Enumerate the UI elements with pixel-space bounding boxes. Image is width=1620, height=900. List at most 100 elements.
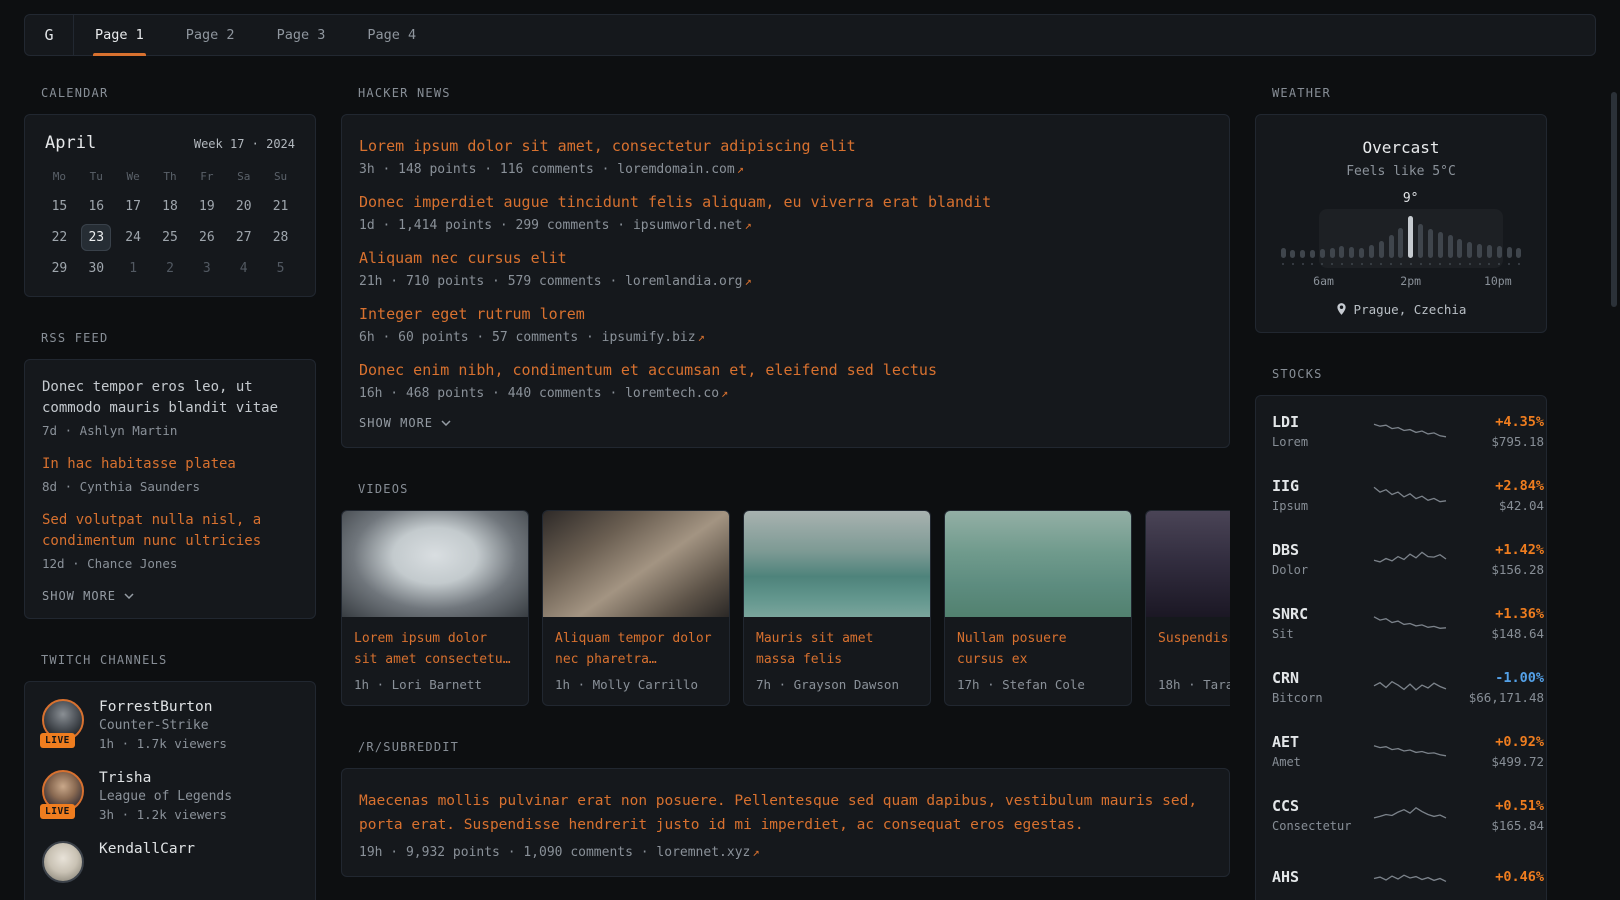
tab-page-2[interactable]: Page 2 xyxy=(165,15,256,55)
stock-id: CRN Bitcorn xyxy=(1272,669,1372,705)
tab-page-1[interactable]: Page 1 xyxy=(74,15,165,55)
twitch-channel: KendallCarr xyxy=(42,841,298,883)
tab-page-4[interactable]: Page 4 xyxy=(346,15,437,55)
hn-item-title[interactable]: Donec enim nibh, condimentum et accumsan… xyxy=(359,360,1212,381)
calendar-day-of-week: Tu xyxy=(78,163,115,191)
section-title-rss: RSS FEED xyxy=(41,331,316,345)
rss-show-more-button[interactable]: SHOW MORE xyxy=(42,589,134,603)
weather-hour-bar xyxy=(1506,247,1512,265)
video-body: Mauris sit amet massa felis 7h · Grayson… xyxy=(744,617,930,705)
calendar-day-of-week: Mo xyxy=(41,163,78,191)
stock-price: $165.84 xyxy=(1448,818,1544,833)
section-title-stocks: STOCKS xyxy=(1272,367,1547,381)
rss-item-title[interactable]: In hac habitasse platea xyxy=(42,454,298,475)
hn-item-title[interactable]: Integer eget rutrum lorem xyxy=(359,304,1212,325)
stock-change: +1.36% xyxy=(1448,606,1544,622)
video-title[interactable]: Nullam posuere cursus ex xyxy=(957,628,1119,670)
stock-change: -1.00% xyxy=(1448,670,1544,686)
hn-item-title[interactable]: Donec imperdiet augue tincidunt felis al… xyxy=(359,192,1212,213)
subreddit-post-domain[interactable]: loremnet.xyz xyxy=(656,845,750,860)
stock-ticker: AHS xyxy=(1272,868,1372,886)
twitch-channel-name[interactable]: ForrestBurton xyxy=(99,699,227,715)
rss-item: Donec tempor eros leo, ut commodo mauris… xyxy=(42,377,298,438)
stocks-section: STOCKS LDI Lorem +4.35% $795.18 IIG xyxy=(1255,367,1547,900)
calendar-day-of-week: Fr xyxy=(188,163,225,191)
stock-change: +0.46% xyxy=(1448,869,1544,885)
weather-hour-bar xyxy=(1290,250,1296,265)
show-more-label: SHOW MORE xyxy=(42,589,116,603)
video-title[interactable]: Mauris sit amet massa felis xyxy=(756,628,918,670)
scrollbar-thumb[interactable] xyxy=(1611,92,1617,307)
stock-id: IIG Ipsum xyxy=(1272,477,1372,513)
subreddit-section: /R/SUBREDDIT Maecenas mollis pulvinar er… xyxy=(341,740,1230,877)
twitch-channel-name[interactable]: Trisha xyxy=(99,770,232,786)
stock-name: Sit xyxy=(1272,627,1372,641)
video-title[interactable]: Lorem ipsum dolor sit amet consectetu… xyxy=(354,628,516,670)
hn-item: Lorem ipsum dolor sit amet, consectetur … xyxy=(359,136,1212,177)
rss-item-title[interactable]: Donec tempor eros leo, ut commodo mauris… xyxy=(42,377,298,419)
rss-item: In hac habitasse platea 8d · Cynthia Sau… xyxy=(42,454,298,494)
calendar-day: 18 xyxy=(152,191,189,222)
stock-name: Consectetur xyxy=(1272,819,1372,833)
video-thumbnail[interactable] xyxy=(1146,511,1230,617)
hn-item-domain[interactable]: loremdomain.com xyxy=(617,162,734,177)
hn-item-domain[interactable]: ipsumify.biz xyxy=(602,330,696,345)
section-title-videos: VIDEOS xyxy=(358,482,1230,496)
video-thumbnail[interactable] xyxy=(945,511,1131,617)
video-title[interactable]: Aliquam tempor dolor nec pharetra… xyxy=(555,628,717,670)
video-thumbnail[interactable] xyxy=(744,511,930,617)
hn-meta-text: 1d · 1,414 points · 299 comments · xyxy=(359,218,633,233)
stock-ticker: CCS xyxy=(1272,797,1372,815)
twitch-channel-meta: 1h · 1.7k viewers xyxy=(99,736,227,751)
twitch-avatar[interactable]: LIVE xyxy=(42,699,84,741)
calendar-day-of-week: Sa xyxy=(225,163,262,191)
twitch-avatar[interactable] xyxy=(42,841,84,883)
section-title-twitch: TWITCH CHANNELS xyxy=(41,653,316,667)
stock-change: +4.35% xyxy=(1448,414,1544,430)
stocks-widget: LDI Lorem +4.35% $795.18 IIG Ipsum xyxy=(1255,395,1547,900)
twitch-avatar[interactable]: LIVE xyxy=(42,770,84,812)
section-title-hackernews: HACKER NEWS xyxy=(358,86,1230,100)
video-card: Nullam posuere cursus ex 17h · Stefan Co… xyxy=(944,510,1132,706)
stock-row: LDI Lorem +4.35% $795.18 xyxy=(1256,399,1546,463)
calendar-day: 27 xyxy=(225,222,262,253)
video-thumbnail[interactable] xyxy=(543,511,729,617)
video-card: Suspendisse diam 18h · Tara xyxy=(1145,510,1230,706)
video-thumbnail[interactable] xyxy=(342,511,528,617)
weather-time-label: 6am xyxy=(1313,274,1334,288)
hn-item-domain[interactable]: loremlandia.org xyxy=(625,274,742,289)
page-tabs: Page 1 Page 2 Page 3 Page 4 xyxy=(74,15,437,55)
weather-hour-bar xyxy=(1339,246,1345,265)
section-title-weather: WEATHER xyxy=(1272,86,1547,100)
rss-item-title[interactable]: Sed volutpat nulla nisl, a condimentum n… xyxy=(42,510,298,552)
rss-widget: Donec tempor eros leo, ut commodo mauris… xyxy=(24,359,316,619)
twitch-channel: LIVE ForrestBurton Counter-Strike 1h · 1… xyxy=(42,699,298,751)
calendar-widget: April Week 17 · 2024 MoTuWeThFrSaSu15161… xyxy=(24,114,316,297)
stock-values: +4.35% $795.18 xyxy=(1448,414,1544,449)
hackernews-section: HACKER NEWS Lorem ipsum dolor sit amet, … xyxy=(341,86,1230,448)
calendar-week-label: Week 17 · 2024 xyxy=(194,137,295,151)
stock-price: $66,171.48 xyxy=(1448,690,1544,705)
videos-section: VIDEOS Lorem ipsum dolor sit amet consec… xyxy=(341,482,1230,706)
subreddit-post-title[interactable]: Maecenas mollis pulvinar erat non posuer… xyxy=(359,789,1212,837)
stock-sparkline xyxy=(1372,608,1448,638)
hn-show-more-button[interactable]: SHOW MORE xyxy=(359,416,451,430)
hn-item-title[interactable]: Aliquam nec cursus elit xyxy=(359,248,1212,269)
tab-page-3[interactable]: Page 3 xyxy=(256,15,347,55)
external-link-icon: ↗ xyxy=(745,274,752,288)
hn-item-domain[interactable]: ipsumworld.net xyxy=(633,218,743,233)
hn-item-domain[interactable]: loremtech.co xyxy=(625,386,719,401)
hn-item-meta: 1d · 1,414 points · 299 comments · ipsum… xyxy=(359,218,1212,233)
hn-item-title[interactable]: Lorem ipsum dolor sit amet, consectetur … xyxy=(359,136,1212,157)
stock-name: Ipsum xyxy=(1272,499,1372,513)
video-meta: 1h · Molly Carrillo xyxy=(555,677,717,692)
weather-hour-bar xyxy=(1319,249,1325,265)
stock-id: SNRC Sit xyxy=(1272,605,1372,641)
calendar-day: 20 xyxy=(225,191,262,222)
hn-item: Integer eget rutrum lorem 6h · 60 points… xyxy=(359,304,1212,345)
weather-feels-like: Feels like 5°C xyxy=(1272,164,1530,179)
twitch-channel-name[interactable]: KendallCarr xyxy=(99,841,195,857)
stock-name: Amet xyxy=(1272,755,1372,769)
calendar-day: 21 xyxy=(262,191,299,222)
video-title[interactable]: Suspendisse diam xyxy=(1158,628,1230,670)
